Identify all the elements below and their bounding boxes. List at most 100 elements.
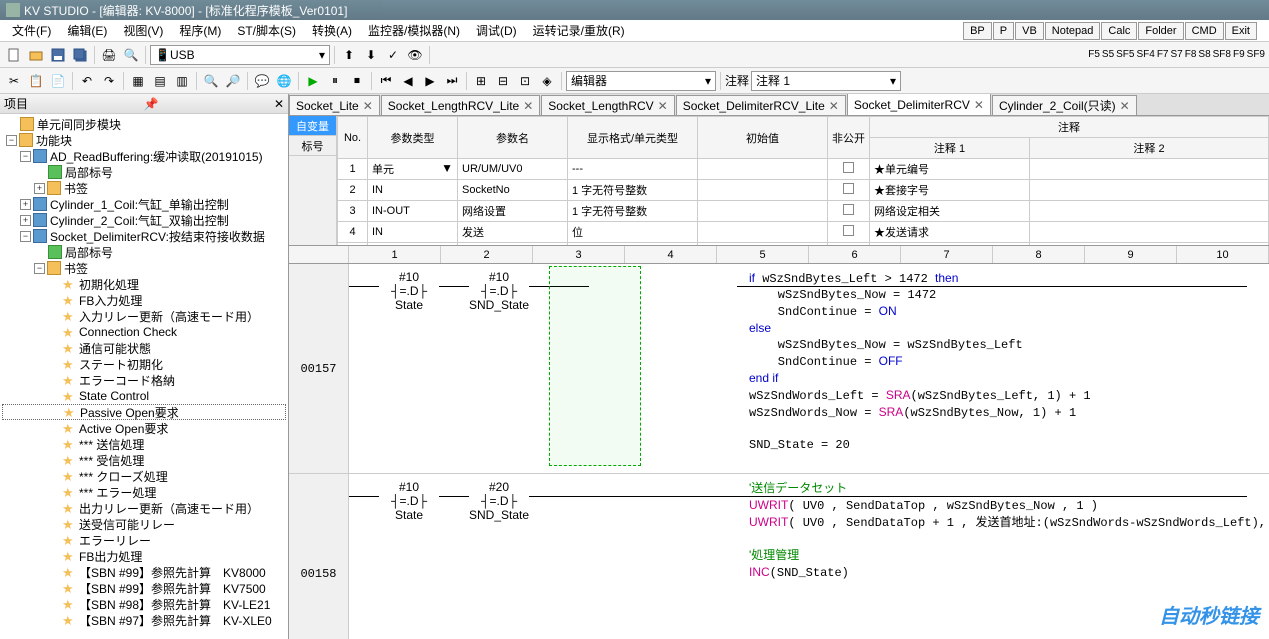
editor-tab[interactable]: Socket_LengthRCV✕ (541, 95, 674, 115)
bookmark-item[interactable]: ★通信可能状態 (2, 340, 286, 356)
collapse-icon[interactable]: − (6, 135, 17, 146)
code-block-1[interactable]: if wSzSndBytes_Left > 1472 then wSzSndBy… (749, 270, 1091, 453)
t2-global[interactable]: 🌐 (274, 71, 294, 91)
saveall-icon[interactable] (70, 45, 90, 65)
bookmark-item[interactable]: ★送受信可能リレー (2, 516, 286, 532)
tab-close-icon[interactable]: ✕ (363, 99, 373, 113)
code-block-2[interactable]: '送信データセット UWRIT( UV0 , SendDataTop , wSz… (749, 480, 1266, 581)
tree-bookmark[interactable]: −书签 (2, 260, 286, 276)
verify-icon[interactable]: ✓ (383, 45, 403, 65)
tab-close-icon[interactable]: ✕ (1120, 99, 1130, 113)
checkbox[interactable] (843, 225, 854, 236)
bookmark-item[interactable]: ★初期化処理 (2, 276, 286, 292)
stop-icon[interactable]: ⏹ (347, 71, 367, 91)
t2-5[interactable]: ↷ (99, 71, 119, 91)
bookmark-item[interactable]: ★*** 送信処理 (2, 436, 286, 452)
t2-b[interactable]: ⊟ (493, 71, 513, 91)
sf-f9[interactable]: F9 (1233, 49, 1245, 60)
sf-sf4[interactable]: SF4 (1136, 49, 1154, 60)
pin-icon[interactable]: 📌 (144, 97, 159, 111)
menu-monitor[interactable]: 监控器/模拟器(N) (360, 20, 468, 41)
download-icon[interactable]: ⬇ (361, 45, 381, 65)
t2-grid2[interactable]: ▤ (150, 71, 170, 91)
t2-grid1[interactable]: ▦ (128, 71, 148, 91)
contact-2[interactable]: #10 ┤=.D├ SND_State (469, 270, 529, 312)
col-c1[interactable]: 注释 1 (870, 138, 1030, 159)
new-icon[interactable] (4, 45, 24, 65)
checkbox[interactable] (843, 183, 854, 194)
menu-record[interactable]: 运转记录/重放(R) (525, 20, 633, 41)
param-row[interactable]: 2INSocketNo1 字无符号整数★套接字号 (338, 180, 1269, 201)
tree-unit-sync[interactable]: 单元间同步模块 (2, 116, 286, 132)
ladder-editor[interactable]: 12 34 56 78 910 00157 #10 ┤=.D├ State (289, 246, 1269, 639)
param-table[interactable]: No. 参数类型 参数名 显示格式/单元类型 初始值 非公开 注释 注释 1 注… (337, 116, 1269, 245)
col-type[interactable]: 参数类型 (368, 117, 458, 159)
menu-edit[interactable]: 编辑(E) (59, 20, 115, 41)
col-init[interactable]: 初始值 (698, 117, 828, 159)
menu-view[interactable]: 视图(V) (115, 20, 171, 41)
pause-icon[interactable]: ⏸ (325, 71, 345, 91)
editor-tab[interactable]: Cylinder_2_Coil(只读)✕ (992, 95, 1137, 115)
btn-notepad[interactable]: Notepad (1045, 22, 1101, 40)
editor-tab[interactable]: Socket_DelimiterRCV✕ (847, 94, 991, 115)
editor-tab[interactable]: Socket_LengthRCV_Lite✕ (381, 95, 540, 115)
bookmark-item[interactable]: ★*** 受信処理 (2, 452, 286, 468)
btn-exit[interactable]: Exit (1225, 22, 1257, 40)
bookmark-item[interactable]: ★エラーリレー (2, 532, 286, 548)
mode-combo[interactable]: 编辑器▾ (566, 71, 716, 91)
bookmark-item[interactable]: ★*** クローズ処理 (2, 468, 286, 484)
t2-c[interactable]: ⊡ (515, 71, 535, 91)
prev-icon[interactable]: ◀ (398, 71, 418, 91)
t2-2[interactable]: 📋 (26, 71, 46, 91)
tree-fn-blocks[interactable]: −功能块 (2, 132, 286, 148)
t2-4[interactable]: ↶ (77, 71, 97, 91)
bookmark-item[interactable]: ★エラーコード格納 (2, 372, 286, 388)
col-name[interactable]: 参数名 (458, 117, 568, 159)
param-row[interactable]: 4IN发送位★发送请求 (338, 222, 1269, 243)
bookmark-item[interactable]: ★出力リレー更新（高速モード用） (2, 500, 286, 516)
col-no[interactable]: No. (338, 117, 368, 159)
conn-combo[interactable]: 📱 USB▾ (150, 45, 330, 65)
preview-icon[interactable]: 🔍 (121, 45, 141, 65)
sf-f5[interactable]: F5 (1088, 49, 1100, 60)
contact-1[interactable]: #10 ┤=.D├ State (379, 480, 439, 522)
tab-close-icon[interactable]: ✕ (829, 99, 839, 113)
collapse-icon[interactable]: − (20, 151, 31, 162)
bookmark-item[interactable]: ★Connection Check (2, 324, 286, 340)
sf-sf8[interactable]: SF8 (1213, 49, 1231, 60)
param-row[interactable]: 1单元 ▼UR/UM/UV0---★单元编号 (338, 159, 1269, 180)
t2-1[interactable]: ✂ (4, 71, 24, 91)
tree-cyl1[interactable]: +Cylinder_1_Coil:气缸_单输出控制 (2, 196, 286, 212)
project-tree[interactable]: 单元间同步模块 −功能块 −AD_ReadBuffering:缓冲读取(2019… (0, 114, 288, 639)
sf-s8[interactable]: S8 (1198, 49, 1210, 60)
menu-file[interactable]: 文件(F) (4, 20, 59, 41)
t2-a[interactable]: ⊞ (471, 71, 491, 91)
first-icon[interactable]: ⏮ (376, 71, 396, 91)
bookmark-item[interactable]: ★Active Open要求 (2, 420, 286, 436)
collapse-icon[interactable]: − (20, 231, 31, 242)
checkbox[interactable] (843, 204, 854, 215)
open-icon[interactable] (26, 45, 46, 65)
btn-folder[interactable]: Folder (1138, 22, 1183, 40)
btn-vb[interactable]: VB (1015, 22, 1044, 40)
bookmark-item[interactable]: ★【SBN #99】参照先計算 KV7500 (2, 580, 286, 596)
bookmark-item[interactable]: ★FB入力処理 (2, 292, 286, 308)
ladder-row[interactable]: 00158 #10 ┤=.D├ State #20 ┤=.D├ SND_Stat… (289, 474, 1269, 639)
sf-sf9[interactable]: SF9 (1247, 49, 1265, 60)
col-c2[interactable]: 注释 2 (1030, 138, 1269, 159)
sf-s5[interactable]: S5 (1102, 49, 1114, 60)
btn-calc[interactable]: Calc (1101, 22, 1137, 40)
tree-local-label[interactable]: 局部标号 (2, 164, 286, 180)
save-icon[interactable] (48, 45, 68, 65)
t2-3[interactable]: 📄 (48, 71, 68, 91)
t2-find -6[interactable]: 🔍 (201, 71, 221, 91)
contact-1[interactable]: #10 ┤=.D├ State (379, 270, 439, 312)
sf-s7[interactable]: S7 (1171, 49, 1183, 60)
upload-icon[interactable]: ⬆ (339, 45, 359, 65)
expand-icon[interactable]: + (20, 215, 31, 226)
comment-combo[interactable]: 注释 1▾ (751, 71, 901, 91)
expand-icon[interactable]: + (20, 199, 31, 210)
col-hidden[interactable]: 非公开 (828, 117, 870, 159)
contact-2[interactable]: #20 ┤=.D├ SND_State (469, 480, 529, 522)
tree-cyl2[interactable]: +Cylinder_2_Coil:气缸_双输出控制 (2, 212, 286, 228)
